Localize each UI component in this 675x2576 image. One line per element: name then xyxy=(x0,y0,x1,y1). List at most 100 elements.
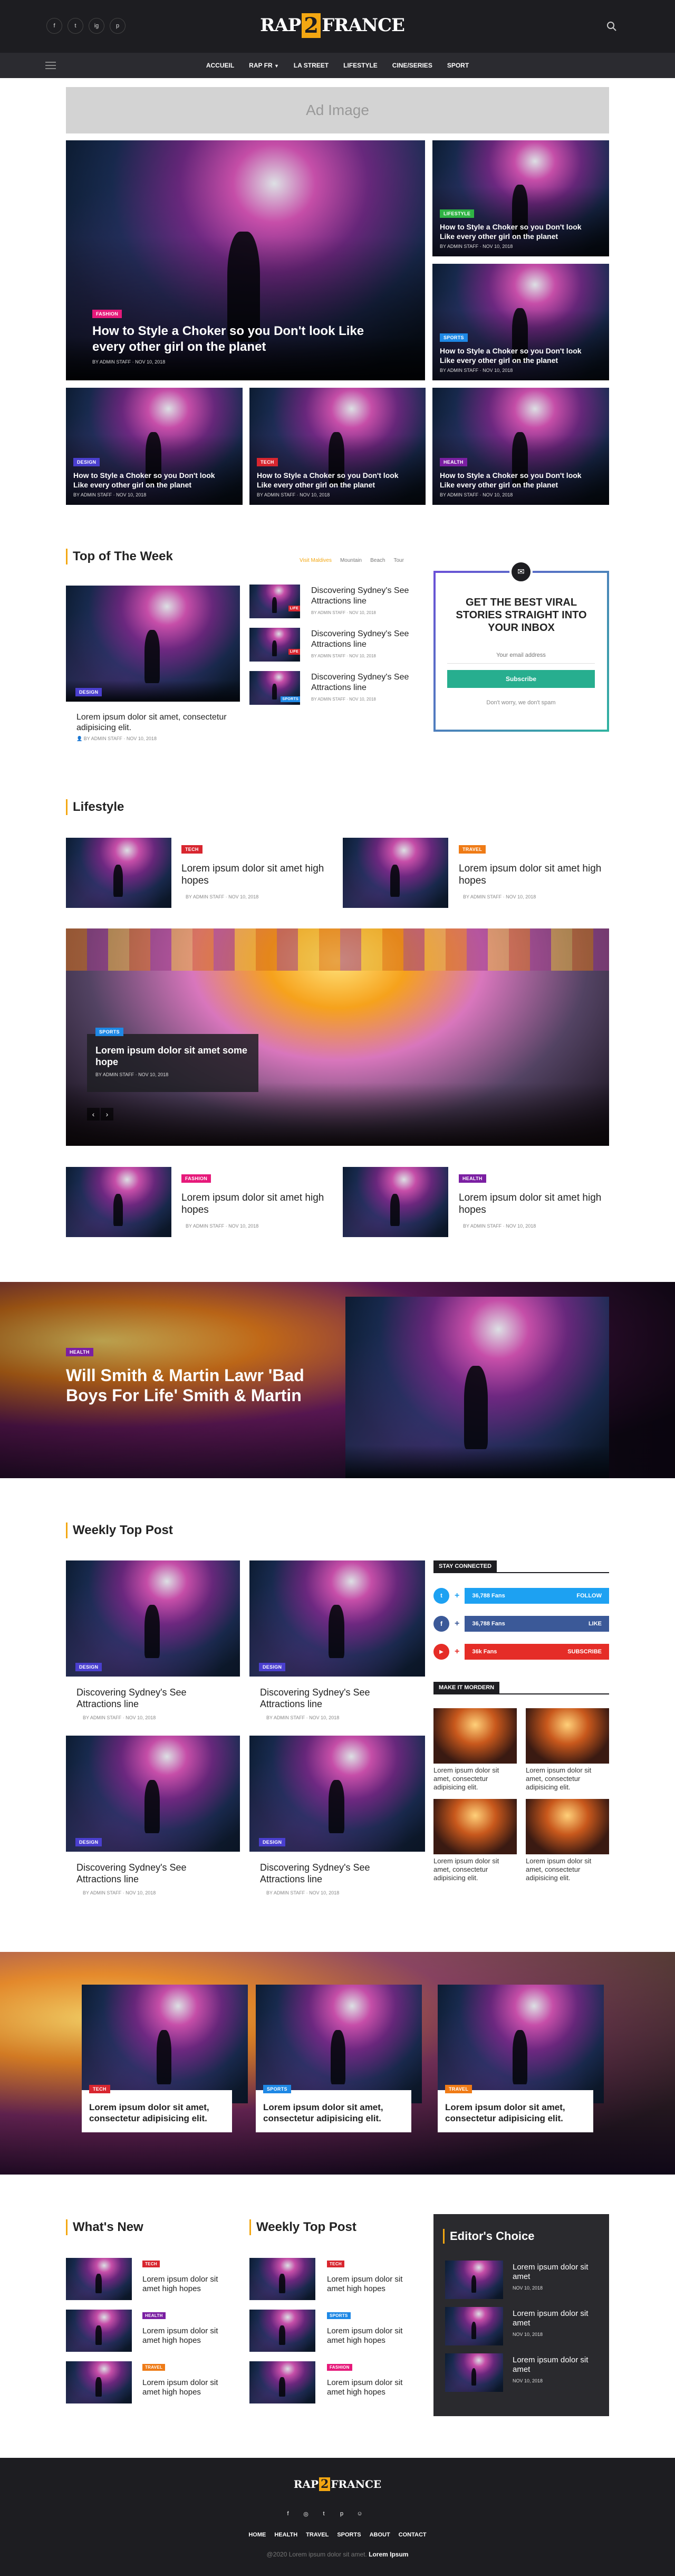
hero-row-2[interactable]: TECH How to Style a Choker so you Don't … xyxy=(249,388,426,505)
modern-3-image[interactable] xyxy=(433,1799,517,1854)
filter-beach[interactable]: Beach xyxy=(370,558,385,563)
editors-3-image[interactable] xyxy=(445,2353,503,2392)
top-week-item-2-title[interactable]: Discovering Sydney's See Attractions lin… xyxy=(311,629,427,650)
whats-new-3-tag[interactable]: TRAVEL xyxy=(142,2364,166,2371)
lifestyle-r2-2-image[interactable] xyxy=(343,1167,448,1237)
lifestyle-r1-2-tag[interactable]: TRAVEL xyxy=(459,845,486,854)
lifestyle-r2-2-title[interactable]: Lorem ipsum dolor sit amet high hopes xyxy=(459,1192,606,1216)
hero-row-1-title[interactable]: How to Style a Choker so you Don't look … xyxy=(73,471,232,490)
snapchat-icon[interactable]: ☺ xyxy=(354,2508,365,2520)
weekly-1-title[interactable]: Discovering Sydney's See Attractions lin… xyxy=(76,1687,224,1710)
weekly2-1-image[interactable] xyxy=(249,2258,315,2300)
band-card-2-tag[interactable]: SPORTS xyxy=(263,2085,291,2093)
filter-mountain[interactable]: Mountain xyxy=(340,558,362,563)
whats-new-1-tag[interactable]: TECH xyxy=(142,2261,160,2267)
hero-row-3-title[interactable]: How to Style a Choker so you Don't look … xyxy=(440,471,598,490)
lifestyle-r1-1-tag[interactable]: TECH xyxy=(181,845,202,854)
band-card-3-caption[interactable]: TRAVEL Lorem ipsum dolor sit amet, conse… xyxy=(438,2085,593,2132)
modern-4-text[interactable]: Lorem ipsum dolor sit amet, consectetur … xyxy=(526,1857,605,1882)
youtube-subscribe-button[interactable]: SUBSCRIBE xyxy=(567,1649,602,1655)
lifestyle-r2-2-tag[interactable]: HEALTH xyxy=(459,1174,486,1183)
pinterest-icon[interactable]: p xyxy=(110,18,126,34)
modern-4-image[interactable] xyxy=(526,1799,609,1854)
whats-new-2-tag[interactable]: HEALTH xyxy=(142,2312,166,2319)
lifestyle-r1-2-image[interactable] xyxy=(343,838,448,908)
hero-main-title[interactable]: How to Style a Choker so you Don't look … xyxy=(92,323,367,355)
twitter-icon[interactable]: t xyxy=(68,18,83,34)
whats-new-2-image[interactable] xyxy=(66,2310,132,2352)
feature-banner[interactable]: HEALTH Will Smith & Martin Lawr 'Bad Boy… xyxy=(0,1282,675,1478)
facebook-icon[interactable]: f xyxy=(46,18,62,34)
search-icon[interactable] xyxy=(606,21,617,32)
footer-brand[interactable]: Lorem Ipsum xyxy=(369,2551,408,2558)
weekly2-2-image[interactable] xyxy=(249,2310,315,2352)
nav-accueil[interactable]: ACCUEIL xyxy=(206,62,234,69)
facebook-like-button[interactable]: LIKE xyxy=(589,1621,602,1627)
hero-side-2[interactable]: SPORTS How to Style a Choker so you Don'… xyxy=(432,264,609,380)
whats-new-1-image[interactable] xyxy=(66,2258,132,2300)
footer-link-about[interactable]: ABOUT xyxy=(370,2532,390,2538)
nav-la-street[interactable]: LA STREET xyxy=(294,62,329,69)
editors-3-title[interactable]: Lorem ipsum dolor sit amet xyxy=(513,2355,600,2374)
social-row-twitter[interactable]: t + 36,788 Fans FOLLOW xyxy=(433,1588,609,1604)
weekly2-1-tag[interactable]: TECH xyxy=(327,2261,344,2267)
slider-prev-button[interactable]: ‹ xyxy=(87,1108,100,1121)
weekly2-3-image[interactable] xyxy=(249,2361,315,2403)
footer-link-travel[interactable]: TRAVEL xyxy=(306,2532,329,2538)
band-card-1-caption[interactable]: TECH Lorem ipsum dolor sit amet, consect… xyxy=(82,2085,232,2132)
hero-row-1[interactable]: DESIGN How to Style a Choker so you Don'… xyxy=(66,388,243,505)
twitter-icon[interactable]: t xyxy=(318,2508,330,2520)
instagram-icon[interactable]: ◎ xyxy=(300,2508,312,2520)
hero-side-1-title[interactable]: How to Style a Choker so you Don't look … xyxy=(440,222,598,241)
weekly-4-tag[interactable]: DESIGN xyxy=(259,1838,286,1846)
weekly-2-title[interactable]: Discovering Sydney's See Attractions lin… xyxy=(260,1687,408,1710)
band-card-1-tag[interactable]: TECH xyxy=(89,2085,110,2093)
facebook-icon[interactable]: f xyxy=(282,2508,294,2520)
top-week-main-image[interactable]: DESIGN xyxy=(66,586,240,702)
footer-link-sports[interactable]: SPORTS xyxy=(337,2532,361,2538)
band-card-2-caption[interactable]: SPORTS Lorem ipsum dolor sit amet, conse… xyxy=(256,2085,411,2132)
editors-1-title[interactable]: Lorem ipsum dolor sit amet xyxy=(513,2263,600,2282)
top-week-item-3-tag[interactable]: SPORTS xyxy=(281,696,300,702)
top-week-item-1-image[interactable]: LIFE xyxy=(249,585,300,618)
lifestyle-r1-1-title[interactable]: Lorem ipsum dolor sit amet high hopes xyxy=(181,863,329,887)
lifestyle-r2-1-tag[interactable]: FASHION xyxy=(181,1174,211,1183)
weekly-3-tag[interactable]: DESIGN xyxy=(75,1838,102,1846)
weekly2-3-title[interactable]: Lorem ipsum dolor sit amet high hopes xyxy=(327,2378,422,2397)
site-logo[interactable]: RAP 2 FRANCE xyxy=(260,8,405,42)
weekly2-2-title[interactable]: Lorem ipsum dolor sit amet high hopes xyxy=(327,2326,422,2345)
top-week-item-1-tag[interactable]: LIFE xyxy=(288,606,300,611)
nav-lifestyle[interactable]: LIFESTYLE xyxy=(343,62,378,69)
footer-link-contact[interactable]: CONTACT xyxy=(399,2532,427,2538)
lifestyle-r2-1-image[interactable] xyxy=(66,1167,171,1237)
weekly-3-image[interactable]: DESIGN xyxy=(66,1736,240,1852)
lifestyle-slider[interactable]: SPORTS Lorem ipsum dolor sit amet some h… xyxy=(66,928,609,1146)
menu-hamburger-icon[interactable] xyxy=(45,62,56,69)
weekly2-3-tag[interactable]: FASHION xyxy=(327,2364,352,2371)
modern-1-image[interactable] xyxy=(433,1708,517,1764)
weekly-4-title[interactable]: Discovering Sydney's See Attractions lin… xyxy=(260,1862,408,1885)
hero-side-2-title[interactable]: How to Style a Choker so you Don't look … xyxy=(440,346,598,365)
weekly-3-title[interactable]: Discovering Sydney's See Attractions lin… xyxy=(76,1862,224,1885)
hero-row-1-tag[interactable]: DESIGN xyxy=(73,458,100,466)
hero-side-1[interactable]: LIFESTYLE How to Style a Choker so you D… xyxy=(432,140,609,256)
weekly2-2-tag[interactable]: SPORTS xyxy=(327,2312,351,2319)
social-row-youtube[interactable]: ▶ + 36k Fans SUBSCRIBE xyxy=(433,1644,609,1660)
filter-tour[interactable]: Tour xyxy=(393,558,403,563)
slider-title[interactable]: Lorem ipsum dolor sit amet some hope xyxy=(95,1045,250,1068)
footer-link-home[interactable]: HOME xyxy=(248,2532,266,2538)
feature-banner-tag[interactable]: HEALTH xyxy=(66,1348,93,1356)
footer-logo[interactable]: RAP 2 FRANCE xyxy=(294,2474,381,2495)
top-week-item-3-image[interactable]: SPORTS xyxy=(249,671,300,705)
top-week-item-2-image[interactable]: LIFE xyxy=(249,628,300,662)
weekly-1-image[interactable]: DESIGN xyxy=(66,1560,240,1677)
nav-sport[interactable]: SPORT xyxy=(447,62,469,69)
modern-1-text[interactable]: Lorem ipsum dolor sit amet, consectetur … xyxy=(433,1766,513,1792)
whats-new-1-title[interactable]: Lorem ipsum dolor sit amet high hopes xyxy=(142,2275,237,2294)
top-week-item-1-title[interactable]: Discovering Sydney's See Attractions lin… xyxy=(311,586,427,607)
instagram-icon[interactable]: ig xyxy=(89,18,104,34)
hero-row-3[interactable]: HEALTH How to Style a Choker so you Don'… xyxy=(432,388,609,505)
feature-banner-title[interactable]: Will Smith & Martin Lawr 'Bad Boys For L… xyxy=(66,1365,340,1405)
top-week-item-2-tag[interactable]: LIFE xyxy=(288,649,300,655)
hero-main[interactable]: FASHION How to Style a Choker so you Don… xyxy=(66,140,425,380)
